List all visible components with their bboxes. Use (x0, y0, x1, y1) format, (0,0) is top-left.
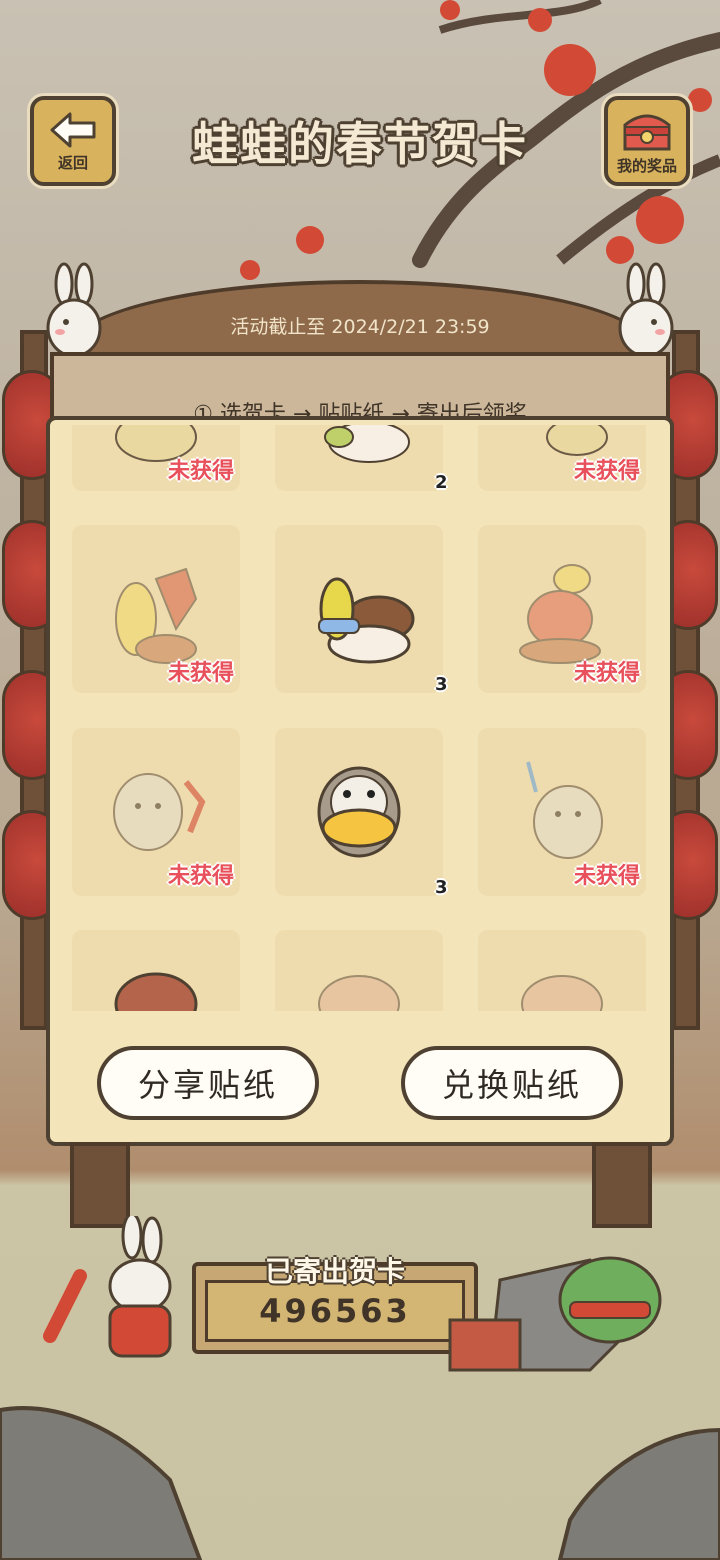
sticker-cell[interactable]: 未获得 (478, 525, 646, 693)
sticker-cell[interactable]: 未获得 (478, 728, 646, 896)
status-label: 未获得 (167, 864, 234, 889)
sticker-image (114, 972, 198, 1011)
frog-with-rocks-icon (448, 1256, 662, 1372)
sticker-count: 3 (435, 877, 448, 898)
bunny-right-icon (618, 262, 674, 358)
sticker-cell[interactable]: 未获得 (72, 525, 240, 693)
sticker-image (521, 975, 603, 1011)
bunny-left-icon (46, 262, 102, 358)
exchange-stickers-button[interactable]: 兑换贴纸 (401, 1046, 623, 1120)
sent-cards-count: 496563 (259, 1292, 411, 1330)
sticker-cell[interactable]: 未获得 (72, 728, 240, 896)
sticker-cell[interactable] (275, 930, 443, 1011)
status-label: 未获得 (167, 661, 234, 686)
steps-instructions: ① 选贺卡 → 贴贴纸 → 寄出后领奖 (193, 402, 527, 418)
sent-cards-title: 已寄出贺卡 (264, 1255, 405, 1288)
sticker-cell[interactable]: 3 (275, 728, 448, 898)
status-label: 未获得 (573, 661, 640, 686)
sticker-image (318, 975, 400, 1011)
status-label: 未获得 (573, 864, 640, 889)
page-title: 蛙蛙的春节贺卡 (192, 117, 528, 171)
back-label: 返回 (57, 153, 88, 172)
back-button[interactable]: 返回 (30, 96, 116, 186)
sticker-cell[interactable] (478, 930, 646, 1011)
sticker-grid-scroll[interactable]: 未获得 2 未获得 未获得 3 未获得 未获得 3 未获得 (46, 425, 674, 1011)
my-prizes-button[interactable]: 我的奖品 (604, 96, 690, 186)
status-label: 未获得 (573, 459, 640, 484)
sticker-cell[interactable]: 未获得 (72, 425, 240, 491)
sticker-image (317, 766, 401, 858)
bunny-holding-firecrackers-icon (43, 1216, 172, 1358)
sticker-count: 3 (435, 674, 448, 695)
sticker-cell[interactable]: 3 (275, 525, 448, 695)
treasure-chest-icon (623, 114, 671, 150)
event-deadline: 活动截止至 2024/2/21 23:59 (230, 316, 490, 338)
sticker-image (324, 425, 410, 463)
sticker-count: 2 (435, 472, 448, 493)
sticker-cell[interactable]: 2 (275, 425, 448, 493)
my-prizes-label: 我的奖品 (616, 156, 677, 175)
foreground-rocks (0, 1406, 720, 1560)
board-leg-right (592, 1142, 652, 1228)
status-label: 未获得 (167, 459, 234, 484)
sticker-cell[interactable] (72, 930, 240, 1011)
arrow-left-icon (50, 112, 96, 147)
share-stickers-button[interactable]: 分享贴纸 (97, 1046, 319, 1120)
sticker-cell[interactable]: 未获得 (478, 425, 646, 491)
sticker-image (318, 577, 415, 664)
